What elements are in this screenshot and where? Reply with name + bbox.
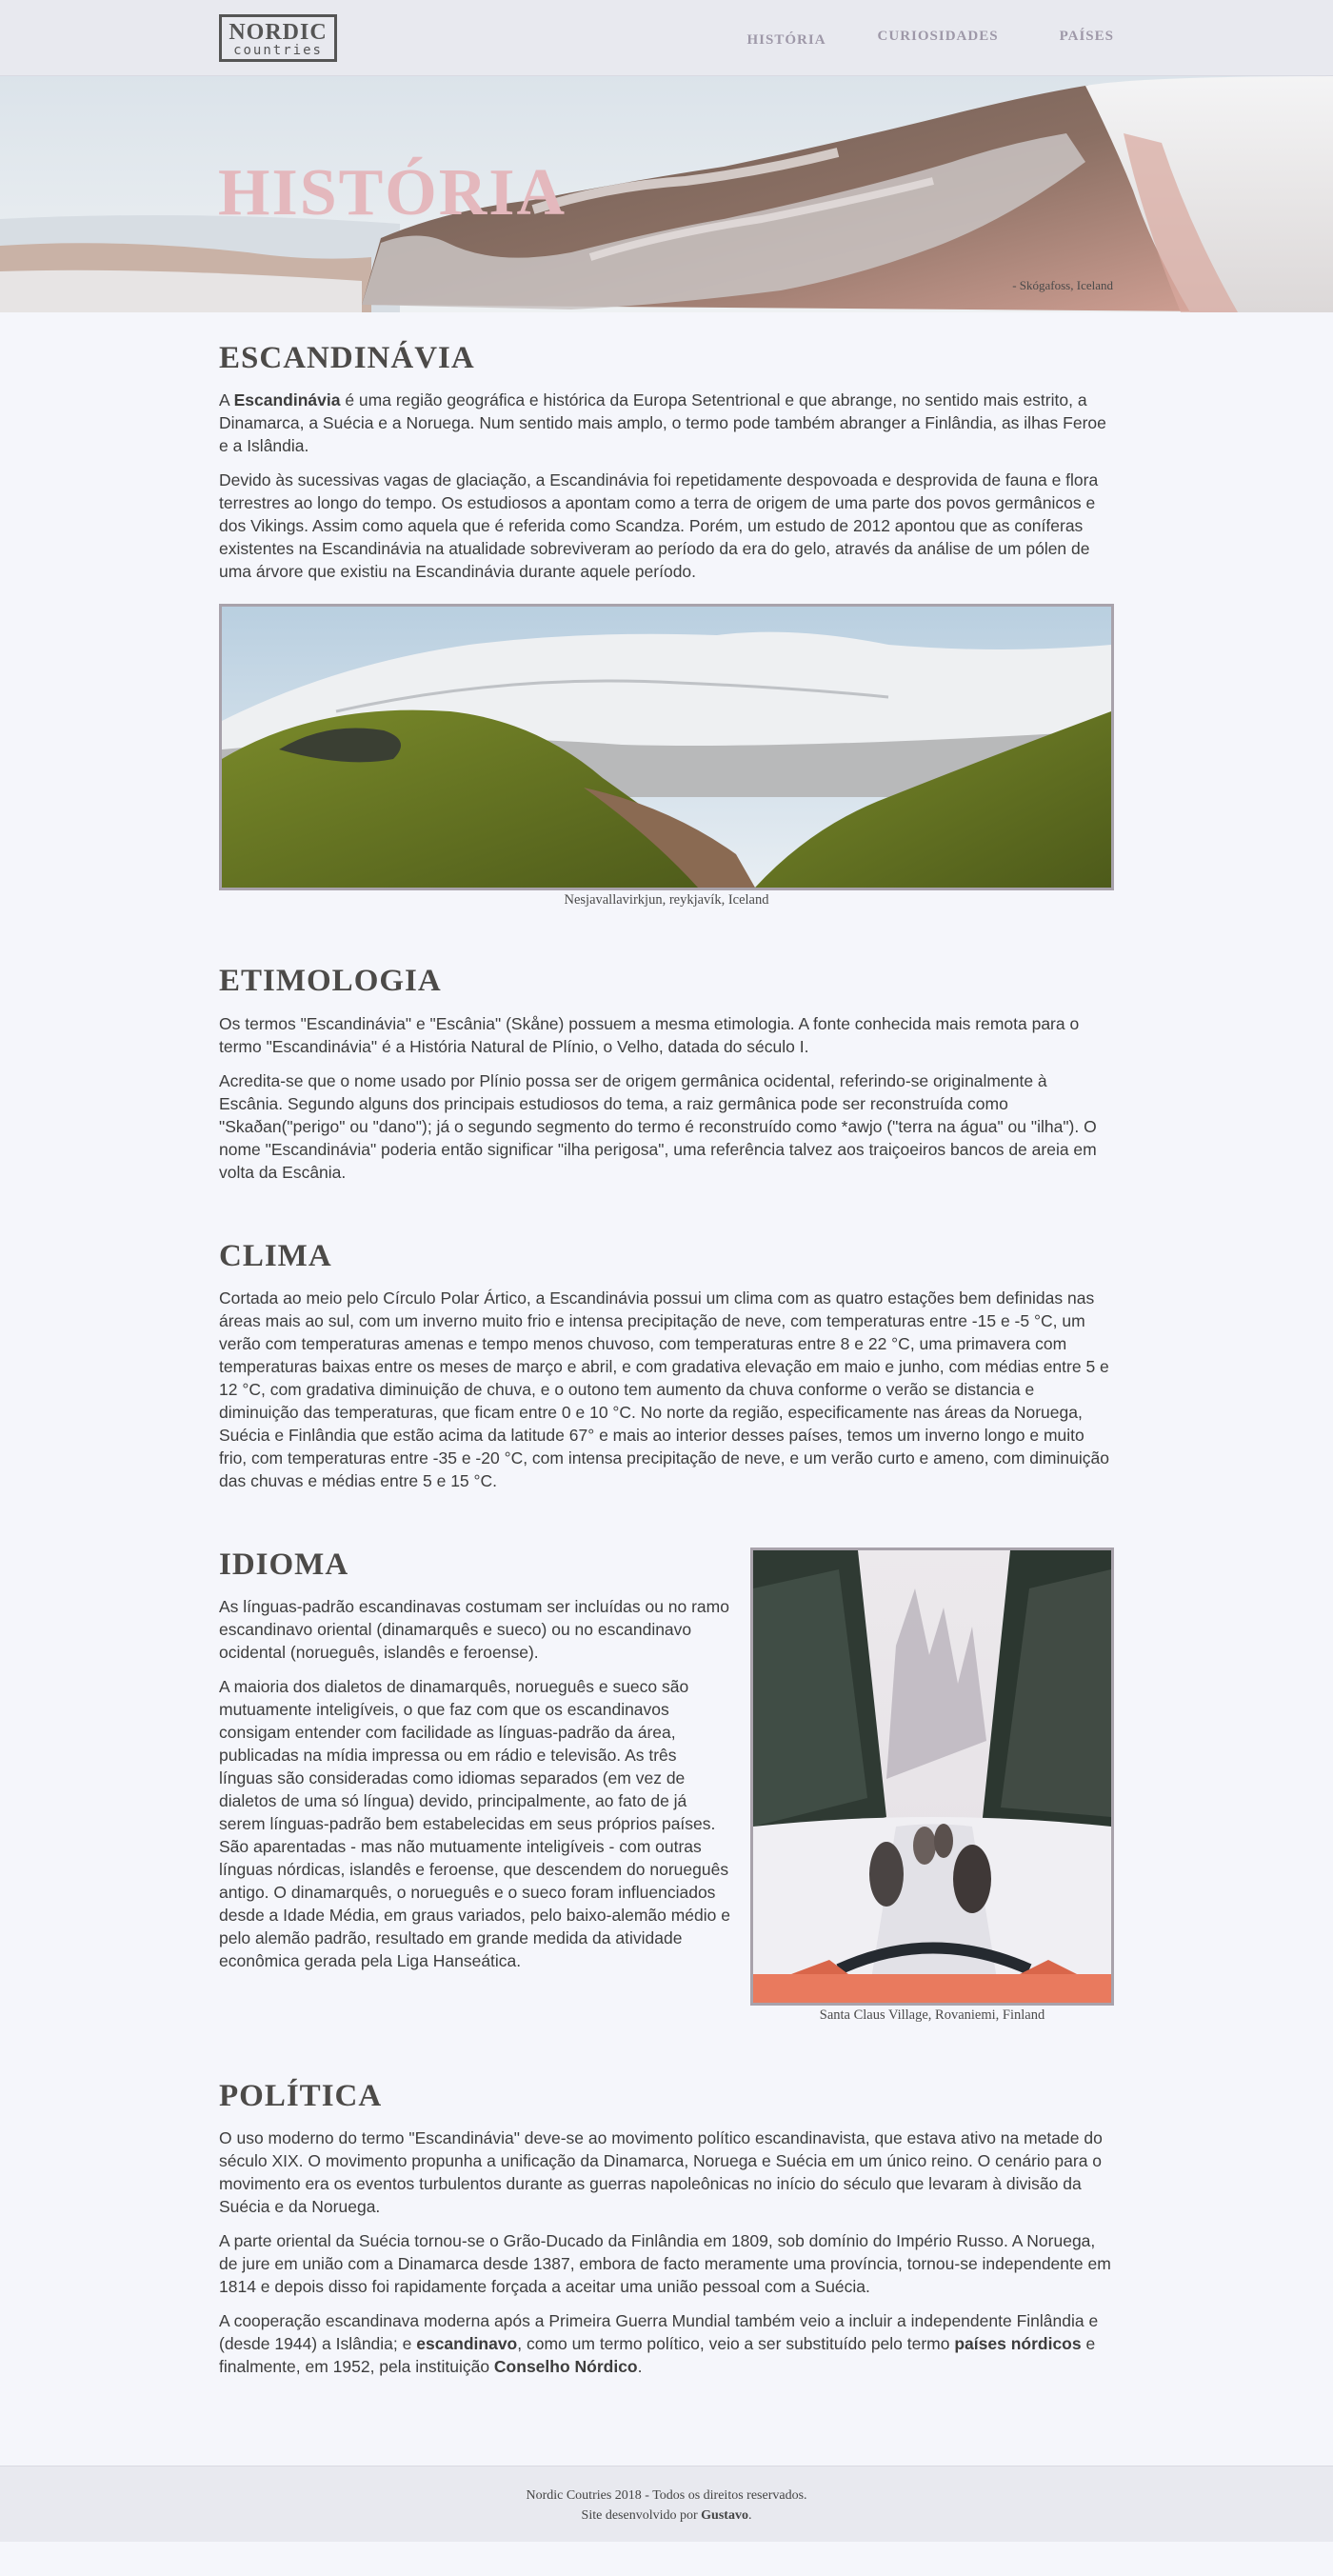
footer-copyright: Nordic Coutries 2018 - Todos os direitos… xyxy=(526,2488,807,2504)
nav-link-historia[interactable]: HISTÓRIA xyxy=(747,32,826,49)
paragraph: As línguas-padrão escandinavas costumam … xyxy=(219,1597,729,1663)
photo-husky-sled xyxy=(750,1547,1114,2006)
section-title-idioma: IDIOMA xyxy=(219,1547,349,1582)
author-name: Gustavo xyxy=(701,2508,748,2524)
bold-term: países nórdicos xyxy=(954,2334,1082,2354)
section-title-etimologia: ETIMOLOGIA xyxy=(219,964,442,999)
text-fragment: é uma região geográfica e histórica da E… xyxy=(219,390,1106,456)
text-fragment: . xyxy=(637,2357,643,2377)
paragraph: A maioria dos dialetos de dinamarquês, n… xyxy=(219,1677,730,1971)
bold-term: escandinavo xyxy=(416,2334,518,2354)
text-fragment: . xyxy=(747,2508,752,2524)
logo-top-text: NORDIC xyxy=(229,19,328,45)
paragraph: Os termos "Escandinávia" e "Escânia" (Sk… xyxy=(219,1013,1080,1056)
hero-landscape-image xyxy=(0,76,1333,312)
text-fragment: , como um termo político, veio a ser sub… xyxy=(517,2334,955,2354)
logo-bottom-text: countries xyxy=(233,42,323,58)
text-fragment: Site desenvolvido por xyxy=(581,2508,702,2524)
main-nav: HISTÓRIA CURIOSIDADES PAÍSES xyxy=(747,29,1114,49)
section-etimologia: ETIMOLOGIA Os termos "Escandinávia" e "E… xyxy=(219,964,1114,1183)
figure-caption: Santa Claus Village, Rovaniemi, Finland xyxy=(819,2007,1045,2023)
paragraph: Cortada ao meio pelo Círculo Polar Ártic… xyxy=(219,1288,1109,1490)
section-clima: CLIMA Cortada ao meio pelo Círculo Polar… xyxy=(219,1239,1114,1492)
figure-santa-claus-village: Santa Claus Village, Rovaniemi, Finland xyxy=(750,1547,1114,2024)
husky-sled-image xyxy=(753,1549,1111,2003)
paragraph: A Escandinávia é uma região geográfica e… xyxy=(219,389,1114,457)
hero-banner: HISTÓRIA - Skógafoss, Iceland xyxy=(0,76,1333,312)
mossy-valley-image xyxy=(222,607,1111,889)
paragraph: Acredita-se que o nome usado por Plínio … xyxy=(219,1070,1097,1182)
site-footer: Nordic Coutries 2018 - Todos os direitos… xyxy=(0,2466,1333,2543)
figure-nesjavellir: Nesjavallavirkjun, reykjavík, Iceland xyxy=(219,604,1114,909)
nav-link-curiosidades[interactable]: CURIOSIDADES xyxy=(878,29,999,49)
paragraph: A cooperação escandinava moderna após a … xyxy=(219,2309,1114,2378)
hero-title: HISTÓRIA xyxy=(218,156,567,230)
section-title-escandinavia: ESCANDINÁVIA xyxy=(219,341,475,375)
section-title-clima: CLIMA xyxy=(219,1238,332,1273)
paragraph: A parte oriental da Suécia tornou-se o G… xyxy=(219,2231,1111,2297)
section-escandinavia: ESCANDINÁVIA A Escandinávia é uma região… xyxy=(219,341,1114,909)
section-idioma: IDIOMA As línguas-padrão escandinavas co… xyxy=(219,1547,1114,2024)
bold-term: Escandinávia xyxy=(233,390,341,410)
figure-caption: Nesjavallavirkjun, reykjavík, Iceland xyxy=(564,892,769,909)
bold-term: Conselho Nórdico xyxy=(493,2357,638,2377)
text-fragment: A xyxy=(219,390,234,410)
section-title-politica: POLÍTICA xyxy=(219,2078,383,2113)
section-politica: POLÍTICA O uso moderno do termo "Escandi… xyxy=(219,2079,1114,2378)
main-content: ESCANDINÁVIA A Escandinávia é uma região… xyxy=(219,312,1114,2378)
nav-link-paises[interactable]: PAÍSES xyxy=(1060,29,1114,49)
logo[interactable]: NORDIC countries xyxy=(219,14,337,62)
photo-mossy-valley xyxy=(219,604,1114,891)
footer-credit: Site desenvolvido por Gustavo. xyxy=(0,2506,1333,2526)
paragraph: O uso moderno do termo "Escandinávia" de… xyxy=(219,2128,1103,2217)
site-header: NORDIC countries HISTÓRIA CURIOSIDADES P… xyxy=(0,0,1333,76)
hero-caption: - Skógafoss, Iceland xyxy=(1012,278,1113,292)
paragraph: Devido às sucessivas vagas de glaciação,… xyxy=(219,470,1099,582)
